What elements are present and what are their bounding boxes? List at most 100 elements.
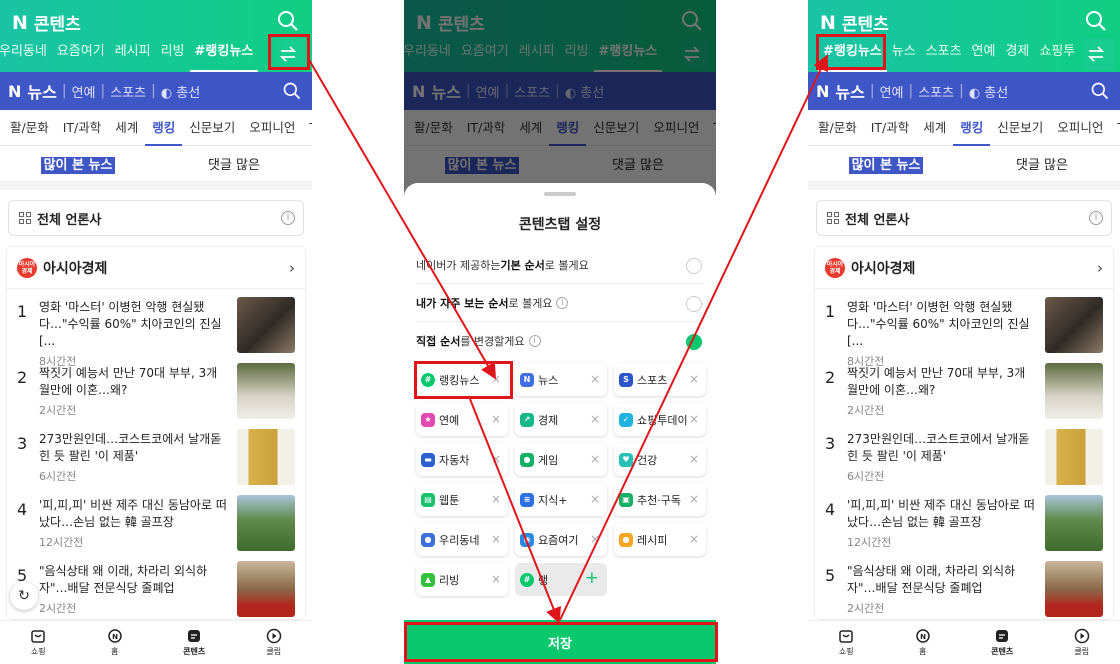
add-icon[interactable]: + [585, 568, 599, 588]
article-title[interactable]: 영화 '마스터' 이병헌 악행 현실됐다…"수익률 60%" 치아코인의 진실[… [39, 299, 227, 350]
app-logo[interactable]: N 콘텐츠 [12, 10, 81, 36]
article-item[interactable]: 5 "음식상태 왜 이래, 차라리 외식하자"…배달 전문식당 줄폐업 2시간전 [815, 553, 1113, 619]
article-item[interactable]: 4 '피,피,피' 비싼 제주 대신 동남아로 떠났다…손님 없는 韓 골프장 12… [7, 487, 305, 553]
nav-shopping[interactable]: 쇼핑 [838, 628, 854, 657]
content-tab[interactable]: 연예 [967, 38, 1001, 72]
category-tab[interactable]: T [302, 110, 312, 146]
article-item[interactable]: 1 영화 '마스터' 이병헌 악행 현실됐다…"수익률 60%" 치아코인의 진실… [7, 289, 305, 368]
news-link-entertain[interactable]: 연예 [72, 82, 96, 101]
remove-icon[interactable]: × [491, 532, 501, 546]
radio-custom-order[interactable] [686, 334, 702, 350]
category-tab[interactable]: 신문보기 [182, 110, 242, 146]
nav-shopping[interactable]: 쇼핑 [30, 628, 46, 657]
refresh-button[interactable]: ↻ [10, 582, 38, 610]
news-link-sports[interactable]: 스포츠 [110, 82, 146, 101]
info-icon[interactable]: i [1089, 211, 1103, 225]
remove-icon[interactable]: × [689, 452, 699, 466]
news-search-icon[interactable] [282, 81, 302, 101]
news-title[interactable]: 뉴스 [835, 79, 864, 103]
subtab-most-comments[interactable]: 댓글 많은 [964, 154, 1120, 173]
remove-icon[interactable]: × [590, 412, 600, 426]
tab-chip[interactable]: ● 우리동네 × [416, 523, 508, 556]
category-tab[interactable]: IT/과학 [56, 110, 109, 146]
category-tab-active[interactable]: 랭킹 [145, 110, 183, 146]
article-title[interactable]: 273만원인데…코스트코에서 날개돋힌 듯 팔린 '이 제품' [847, 431, 1035, 465]
tab-edit-button[interactable] [1078, 38, 1114, 70]
all-press-button[interactable]: 전체 언론사 i [8, 200, 304, 236]
category-tab-active[interactable]: 랭킹 [953, 110, 991, 146]
category-tab[interactable]: 신문보기 [990, 110, 1050, 146]
nav-clip[interactable]: 클립 [266, 628, 282, 657]
article-title[interactable]: 짝짓기 예능서 만난 70대 부부, 3개월만에 이혼…왜? [39, 365, 227, 399]
remove-icon[interactable]: × [689, 532, 699, 546]
news-link-election[interactable]: ◐ 총선 [161, 82, 200, 101]
article-thumbnail[interactable] [1045, 363, 1103, 419]
content-tab[interactable]: 스포츠 [921, 38, 967, 72]
remove-icon[interactable]: × [491, 492, 501, 506]
news-link-election[interactable]: ◐ 총선 [969, 82, 1008, 101]
nav-clip[interactable]: 클립 [1074, 628, 1090, 657]
remove-icon[interactable]: × [689, 412, 699, 426]
tab-chip[interactable]: ✓ 쇼핑투데이 × [614, 403, 706, 436]
info-icon[interactable]: i [556, 296, 569, 309]
tab-chip[interactable]: N 뉴스 × [515, 363, 607, 396]
content-tab[interactable]: 뉴스 [887, 38, 921, 72]
tab-chip[interactable]: ♥ 건강 × [614, 443, 706, 476]
remove-icon[interactable]: × [590, 532, 600, 546]
news-title[interactable]: 뉴스 [27, 79, 56, 103]
category-tab[interactable]: 세계 [108, 110, 145, 146]
content-tab[interactable]: 리빙 [156, 38, 190, 72]
all-press-button[interactable]: 전체 언론사 i [816, 200, 1112, 236]
category-tab[interactable]: 오피니언 [242, 110, 302, 146]
article-thumbnail[interactable] [237, 297, 295, 353]
news-link-sports[interactable]: 스포츠 [918, 82, 954, 101]
article-title[interactable]: "음식상태 왜 이래, 차라리 외식하자"…배달 전문식당 줄폐업 [847, 563, 1035, 597]
article-thumbnail[interactable] [1045, 429, 1103, 485]
article-title[interactable]: '피,피,피' 비싼 제주 대신 동남아로 떠났다…손님 없는 韓 골프장 [847, 497, 1035, 531]
tab-chip[interactable]: ● 게임 × [515, 443, 607, 476]
article-item[interactable]: 3 273만원인데…코스트코에서 날개돋힌 듯 팔린 '이 제품' 6시간전 [7, 421, 305, 487]
remove-icon[interactable]: × [590, 372, 600, 386]
category-tab[interactable]: 활/문화 [3, 110, 56, 146]
article-item[interactable]: 4 '피,피,피' 비싼 제주 대신 동남아로 떠났다…손님 없는 韓 골프장 12… [815, 487, 1113, 553]
article-thumbnail[interactable] [237, 561, 295, 617]
category-tab[interactable]: 오피니언 [1050, 110, 1110, 146]
article-thumbnail[interactable] [1045, 297, 1103, 353]
category-tab[interactable]: 활/문화 [811, 110, 864, 146]
article-title[interactable]: 273만원인데…코스트코에서 날개돋힌 듯 팔린 '이 제품' [39, 431, 227, 465]
article-title[interactable]: '피,피,피' 비싼 제주 대신 동남아로 떠났다…손님 없는 韓 골프장 [39, 497, 227, 531]
tab-chip[interactable]: ≡ 지식+ × [515, 483, 607, 516]
article-title[interactable]: 짝짓기 예능서 만난 70대 부부, 3개월만에 이혼…왜? [847, 365, 1035, 399]
article-thumbnail[interactable] [237, 429, 295, 485]
remove-icon[interactable]: × [491, 372, 501, 386]
article-item[interactable]: 3 273만원인데…코스트코에서 날개돋힌 듯 팔린 '이 제품' 6시간전 [815, 421, 1113, 487]
tab-chip[interactable]: ↗ 경제 × [515, 403, 607, 436]
tab-chip[interactable]: ▣ 추천·구독 × [614, 483, 706, 516]
nav-contents[interactable]: 콘텐츠 [991, 628, 1013, 657]
option-default-order[interactable]: 네이버가 제공하는 기본 순서 로 볼게요 [416, 246, 704, 284]
remove-icon[interactable]: × [590, 492, 600, 506]
article-title[interactable]: 영화 '마스터' 이병헌 악행 현실됐다…"수익률 60%" 치아코인의 진실[… [847, 299, 1035, 350]
article-thumbnail[interactable] [237, 363, 295, 419]
remove-icon[interactable]: × [689, 492, 699, 506]
press-header[interactable]: 아시아 경제 아시아경제 › [7, 247, 305, 289]
radio-default-order[interactable] [686, 258, 702, 274]
app-logo[interactable]: N 콘텐츠 [820, 10, 889, 36]
subtab-most-viewed[interactable]: 많이 본 뉴스 [0, 154, 156, 174]
nav-contents[interactable]: 콘텐츠 [183, 628, 205, 657]
search-icon[interactable] [276, 9, 300, 33]
article-item[interactable]: 5 "음식상태 왜 이래, 차라리 외식하자"…배달 전문식당 줄폐업 2시간전 [7, 553, 305, 619]
tab-chip[interactable]: ● 레시피 × [614, 523, 706, 556]
radio-frequent-order[interactable] [686, 296, 702, 312]
news-search-icon[interactable] [1090, 81, 1110, 101]
article-thumbnail[interactable] [237, 495, 295, 551]
content-tab[interactable]: 쇼핑투 [1034, 38, 1080, 72]
remove-icon[interactable]: × [491, 452, 501, 466]
tab-chip[interactable]: ▲ 리빙 × [416, 563, 508, 596]
dragging-chip[interactable]: # 랭 + [515, 563, 607, 596]
option-custom-order[interactable]: 직접 순서 를 변경할게요 i [416, 322, 704, 360]
remove-icon[interactable]: × [689, 372, 699, 386]
nav-home[interactable]: N홈 [915, 628, 931, 657]
remove-icon[interactable]: × [491, 412, 501, 426]
article-item[interactable]: 1 영화 '마스터' 이병헌 악행 현실됐다…"수익률 60%" 치아코인의 진실… [815, 289, 1113, 368]
